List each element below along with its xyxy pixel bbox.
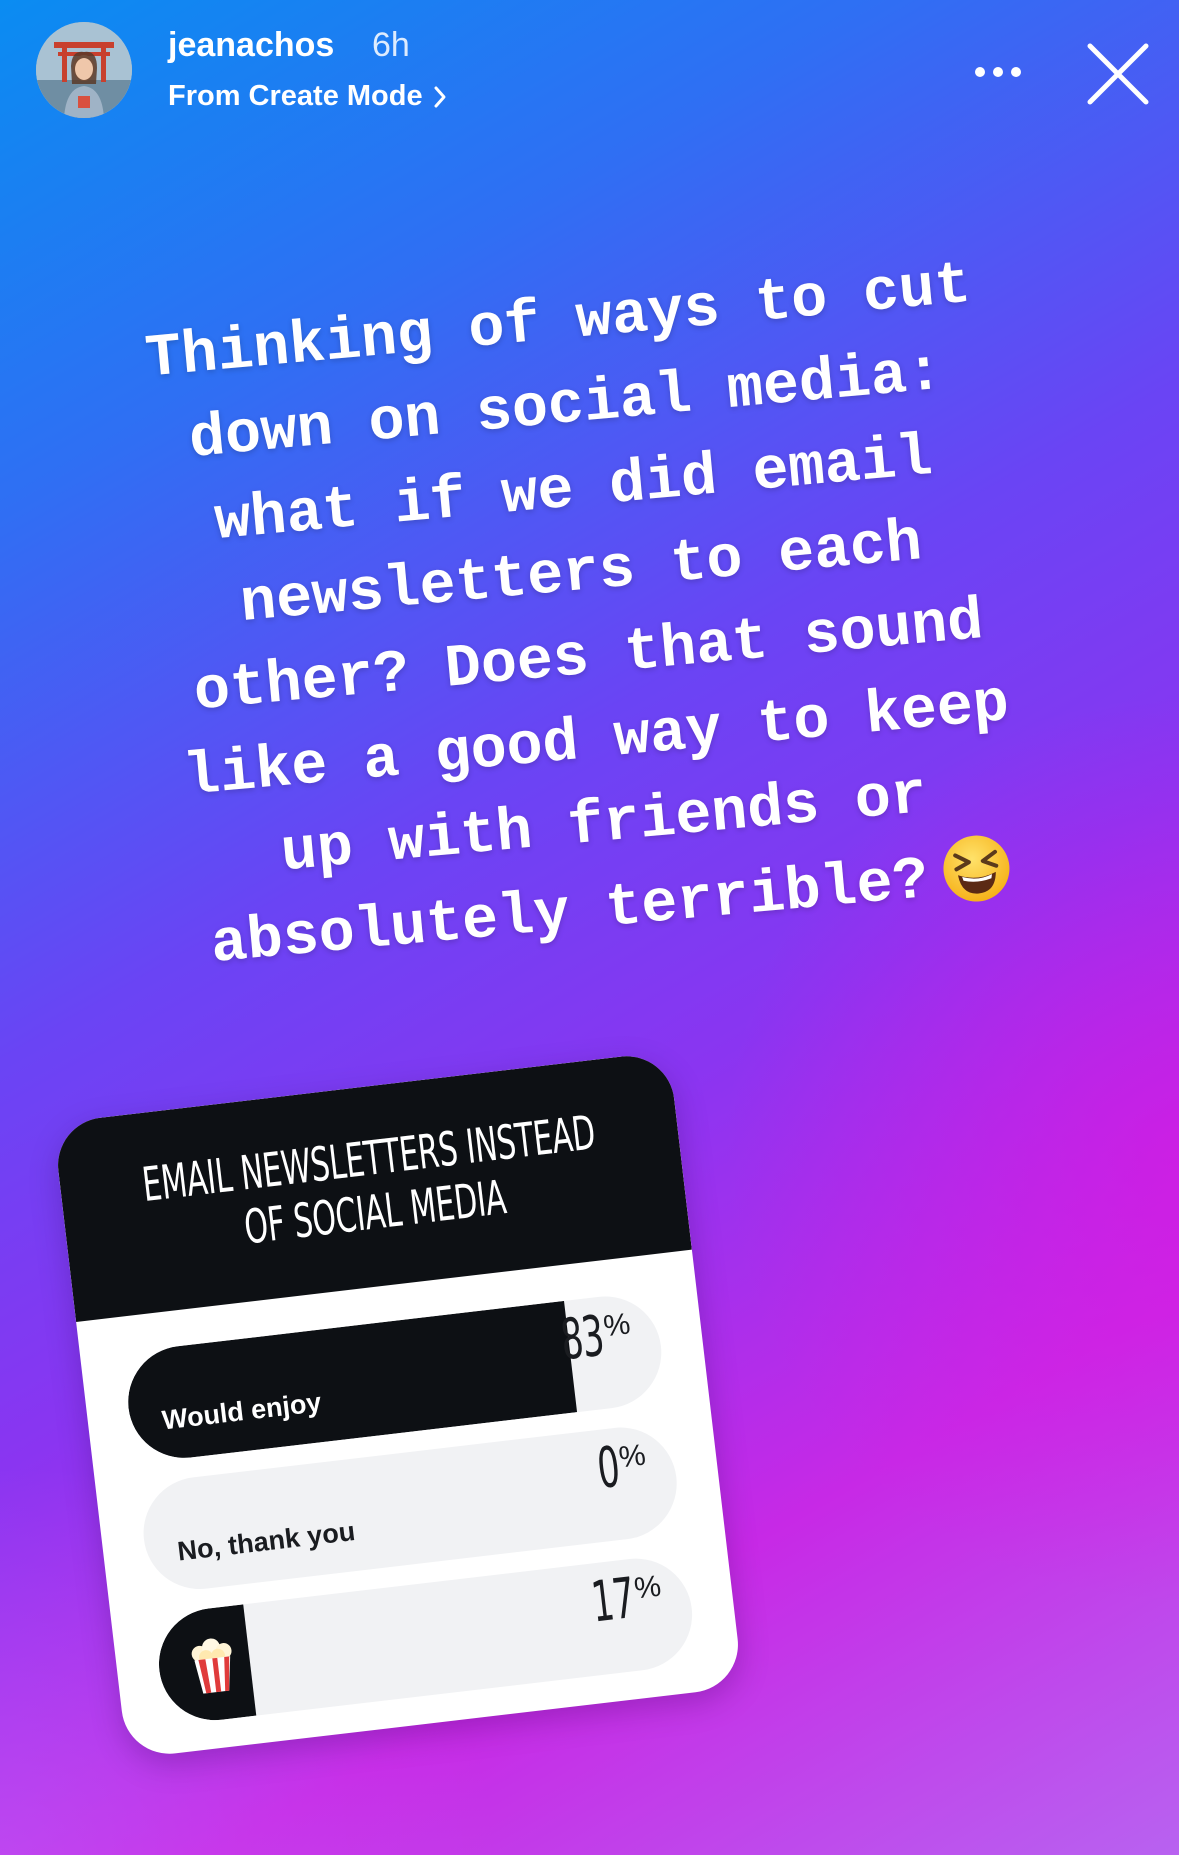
more-dots-icon [975, 67, 1021, 77]
grinning-squinting-face-icon [943, 835, 1010, 902]
poll-option-label: No, thank you [175, 1515, 357, 1567]
poll-option-percent: 0% [581, 1435, 650, 1502]
chevron-right-icon [434, 86, 446, 107]
close-button[interactable] [1082, 38, 1154, 110]
popcorn-icon [191, 1638, 232, 1694]
close-x-icon [1087, 43, 1149, 105]
poll-option-percent: 83% [532, 1304, 634, 1375]
poll-option-fill [137, 1483, 151, 1596]
percent-sign: % [617, 1438, 648, 1475]
poll-options: Would enjoy 83% No, thank you 0% 17% [76, 1250, 740, 1732]
create-mode-label: From Create Mode [168, 80, 423, 112]
poll-sticker: EMAIL NEWSLETTERS INSTEAD OF SOCIAL MEDI… [52, 1051, 744, 1759]
poll-question: EMAIL NEWSLETTERS INSTEAD OF SOCIAL MEDI… [140, 1105, 605, 1266]
percent-sign: % [632, 1569, 663, 1606]
avatar[interactable] [36, 22, 132, 118]
create-mode-link[interactable]: From Create Mode [168, 80, 447, 113]
percent-sign: % [601, 1307, 633, 1344]
more-options-button[interactable] [962, 44, 1034, 100]
percent-value: 17 [588, 1566, 638, 1636]
username[interactable]: jeanachos [168, 26, 334, 65]
poll-option-percent: 17% [563, 1566, 665, 1637]
story-caption: Thinking of ways to cut down on social m… [2, 231, 1168, 1002]
post-time: 6h [372, 26, 410, 64]
percent-value: 83 [557, 1303, 607, 1374]
